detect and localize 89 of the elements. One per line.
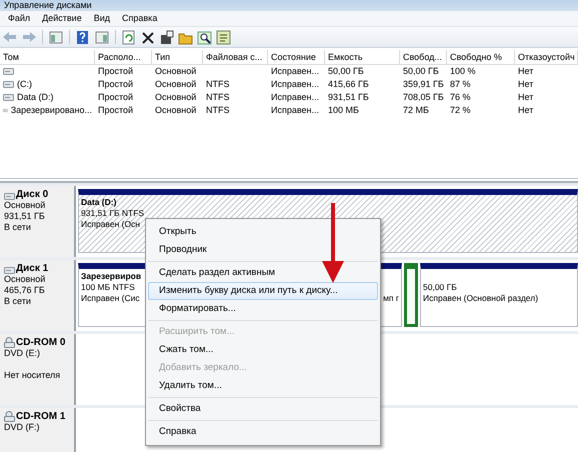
disk-info: 931,51 ГБ (4, 211, 46, 222)
column-header[interactable]: Свобод... (400, 50, 447, 65)
column-header[interactable]: Файловая с... (203, 50, 268, 65)
disk-info: Основной (4, 200, 46, 211)
menu-item[interactable]: Проводник (148, 241, 378, 259)
table-cell-text: 72 % (449, 104, 472, 117)
menu-item[interactable]: Сжать том... (148, 341, 378, 359)
partition-block[interactable]: 50,00 ГБ Исправен (Основной раздел) (420, 263, 578, 327)
menu-item[interactable]: Удалить том... (148, 377, 378, 395)
partition-info: 50,00 ГБ (423, 282, 457, 293)
search-icon[interactable] (197, 30, 213, 44)
disk-name: Диск 1 (16, 263, 48, 274)
table-cell-text: Основной (154, 78, 198, 91)
partition-info: мп г (383, 293, 399, 304)
table-cell-text: Исправен... (270, 104, 320, 117)
column-header[interactable]: Том (0, 50, 95, 65)
table-cell: (C:) (17, 78, 32, 91)
disk-name: CD-ROM 0 (16, 337, 66, 348)
column-header[interactable]: Располо... (95, 50, 152, 65)
table-cell-text: Основной (154, 91, 198, 104)
table-cell-text: Основной (154, 65, 198, 78)
disk-info: Нет носителя (4, 370, 62, 381)
column-header[interactable]: Отказоустойч (515, 50, 578, 65)
refresh-icon[interactable] (121, 30, 137, 44)
table-cell-text: 708,05 ГБ (402, 91, 445, 104)
table-cell-text: NTFS (205, 104, 230, 117)
disk-info: В сети (4, 222, 32, 233)
partition-info: 100 МБ NTFS (81, 282, 135, 293)
table-cell-text: Нет (517, 65, 534, 78)
small-partition[interactable] (404, 263, 418, 327)
menu-item[interactable]: Открыть (148, 223, 378, 241)
table-cell-text: 359,91 ГБ (402, 78, 445, 91)
table-cell-text: 50,00 ГБ (327, 65, 365, 78)
disk-icon (3, 107, 8, 114)
table-cell-text: NTFS (205, 91, 230, 104)
window-title: Управление дисками (4, 0, 92, 11)
menu-item[interactable]: Справка (148, 423, 378, 441)
table-cell-text: 100 МБ (327, 104, 360, 117)
delete-icon[interactable] (140, 30, 156, 44)
menu-item[interactable]: Файл (2, 11, 36, 26)
table-cell-text: Нет (517, 78, 534, 91)
disk-name: CD-ROM 1 (16, 411, 66, 422)
panel-icon[interactable] (94, 30, 110, 44)
table-cell-text: Простой (97, 65, 134, 78)
table-cell-text: 415,66 ГБ (327, 78, 370, 91)
column-header[interactable]: Тип (152, 50, 203, 65)
table-cell-text: 87 % (449, 78, 472, 91)
table-cell-text: Нет (517, 104, 534, 117)
menu-item[interactable]: Вид (88, 11, 116, 26)
optical-drive-icon (4, 411, 15, 422)
disk-info: DVD (E:) (4, 348, 41, 359)
table-cell-text: NTFS (205, 78, 230, 91)
table-cell: Зарезервировано... (10, 104, 92, 117)
column-header[interactable]: Состояние (268, 50, 325, 65)
menu-item[interactable]: Свойства (148, 400, 378, 418)
panel-icon[interactable] (48, 30, 64, 44)
table-cell-text: 100 % (449, 65, 477, 78)
disk-info: 465,76 ГБ (4, 285, 46, 296)
table-cell-text: Простой (97, 91, 134, 104)
table-cell-text: Основной (154, 104, 198, 117)
menu-item[interactable]: Изменить букву диска или путь к диску... (148, 282, 378, 300)
table-cell-text: 72 МБ (402, 104, 430, 117)
table-cell-text: Исправен... (270, 91, 320, 104)
table-cell-text: 50,00 ГБ (402, 65, 440, 78)
help-icon[interactable] (75, 30, 91, 44)
table-cell-text: Простой (97, 104, 134, 117)
partition-info: Data (D:) (81, 197, 116, 208)
table-cell-text: 76 % (449, 91, 472, 104)
partition-info: Зарезервиров (81, 271, 142, 282)
partition-info: Исправен (Сис (81, 293, 140, 304)
partition-info: 931,51 ГБ NTFS (81, 208, 144, 219)
disk-info: В сети (4, 296, 32, 307)
menu-item[interactable]: Справка (116, 11, 164, 26)
column-header[interactable]: Емкость (325, 50, 400, 65)
table-cell-text: Исправен... (270, 78, 320, 91)
partition-info: Исправен (Осн (81, 219, 140, 230)
disk-info: DVD (F:) (4, 422, 40, 433)
table-cell: Data (D:) (17, 91, 54, 104)
column-header[interactable]: Свободно % (447, 50, 515, 65)
disk-info: Основной (4, 274, 46, 285)
disk-name: Диск 0 (16, 189, 48, 200)
table-cell-text: Исправен... (270, 65, 320, 78)
partition-info: Исправен (Основной раздел) (423, 293, 538, 304)
optical-drive-icon (4, 337, 15, 348)
table-cell-text: Нет (517, 91, 534, 104)
properties-icon[interactable] (159, 30, 175, 44)
menu-item[interactable]: Действие (36, 11, 88, 26)
table-cell-text: 931,51 ГБ (327, 91, 370, 104)
table-cell-text: Простой (97, 78, 134, 91)
